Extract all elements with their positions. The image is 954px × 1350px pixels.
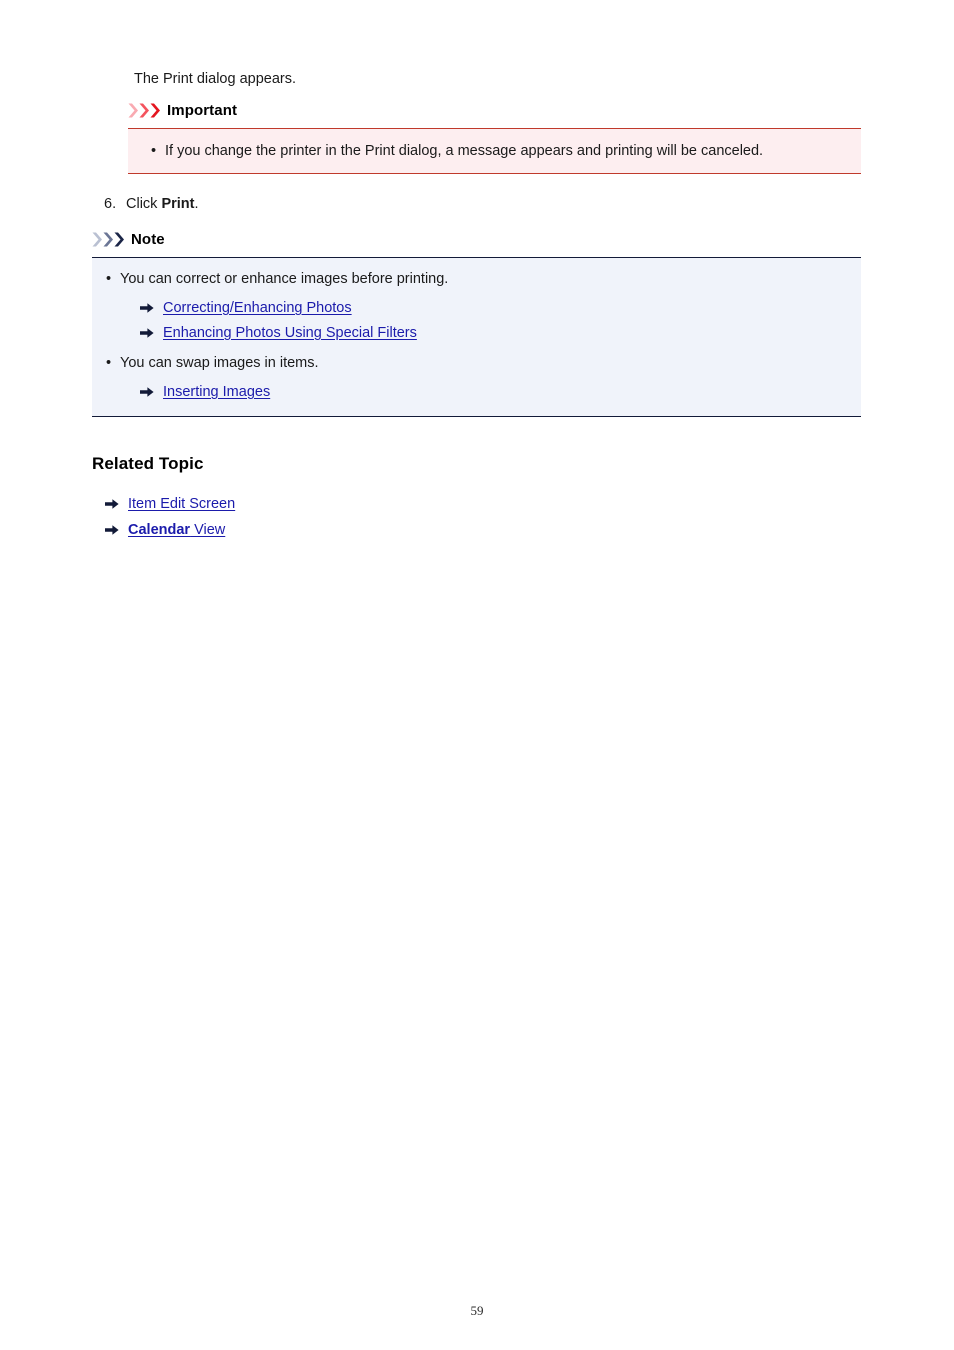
step-text-prefix: Click xyxy=(126,196,162,212)
related-topic-list: Item Edit Screen Calendar View xyxy=(105,494,235,540)
note-bullet-item: • You can swap images in items. xyxy=(92,343,861,373)
document-page: The Print dialog appears. Important • If… xyxy=(0,0,954,1350)
triple-chevron-icon xyxy=(128,103,161,118)
arrow-right-icon xyxy=(105,524,119,536)
link-inserting-images[interactable]: Inserting Images xyxy=(163,382,270,402)
note-bullet-text: You can correct or enhance images before… xyxy=(120,271,449,287)
important-callout-header: Important xyxy=(128,102,237,119)
important-callout-box: • If you change the printer in the Print… xyxy=(128,128,861,174)
step-text-suffix: . xyxy=(194,196,199,212)
arrow-right-icon xyxy=(140,386,154,398)
note-bullet-item: • You can correct or enhance images befo… xyxy=(92,258,861,289)
list-item[interactable]: Calendar View xyxy=(105,520,235,540)
bullet-dot: • xyxy=(106,355,112,371)
note-callout-box: • You can correct or enhance images befo… xyxy=(92,257,861,417)
note-callout-header: Note xyxy=(92,231,165,248)
related-topic-heading: Related Topic xyxy=(92,454,204,473)
arrow-right-icon xyxy=(140,327,154,339)
list-item[interactable]: Inserting Images xyxy=(140,382,861,402)
note-bullet-text: You can swap images in items. xyxy=(120,355,319,371)
list-item[interactable]: Item Edit Screen xyxy=(105,494,235,514)
step-bold-word: Print xyxy=(161,196,195,212)
link-correcting-enhancing-photos[interactable]: Correcting/Enhancing Photos xyxy=(163,298,352,318)
arrow-right-icon xyxy=(140,302,154,314)
important-bullet-item: • If you change the printer in the Print… xyxy=(128,129,861,173)
list-item[interactable]: Enhancing Photos Using Special Filters xyxy=(140,323,861,343)
arrow-right-icon xyxy=(105,498,119,510)
step-number: 6. xyxy=(104,196,117,212)
link-item-edit-screen[interactable]: Item Edit Screen xyxy=(128,494,235,514)
link-label-bold: Calendar xyxy=(128,522,191,538)
link-enhancing-photos-special-filters[interactable]: Enhancing Photos Using Special Filters xyxy=(163,323,417,343)
list-item[interactable]: Correcting/Enhancing Photos xyxy=(140,298,861,318)
bullet-dot: • xyxy=(106,271,112,287)
note-link-group: Correcting/Enhancing Photos Enhancing Ph… xyxy=(92,289,861,343)
bullet-dot: • xyxy=(151,143,157,159)
important-label: Important xyxy=(167,102,238,119)
link-label: View xyxy=(190,522,226,538)
step-6: 6. Click Print. xyxy=(104,194,199,214)
link-calendar-view[interactable]: Calendar View xyxy=(128,520,225,540)
important-bullet-text: If you change the printer in the Print d… xyxy=(165,143,764,159)
triple-chevron-icon xyxy=(92,232,125,247)
intro-text: The Print dialog appears. xyxy=(134,71,297,87)
note-link-group: Inserting Images xyxy=(92,373,861,402)
note-label: Note xyxy=(131,231,165,248)
page-number: 59 xyxy=(470,1303,484,1318)
link-label: Item Edit Screen xyxy=(128,496,236,512)
